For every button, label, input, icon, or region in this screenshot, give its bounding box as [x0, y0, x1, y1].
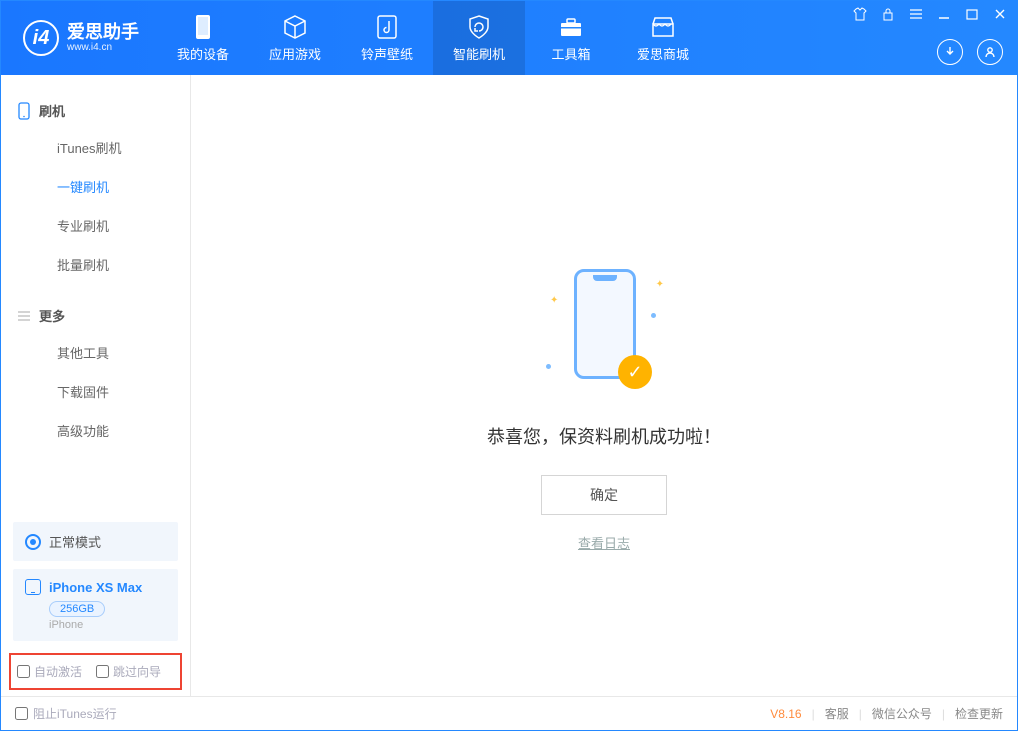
- nav-tabs: 我的设备 应用游戏 铃声壁纸 智能刷机 工具箱 爱思商城: [157, 1, 709, 75]
- footer-link-check-update[interactable]: 检查更新: [955, 705, 1003, 722]
- checkbox-input[interactable]: [15, 707, 28, 720]
- ok-button[interactable]: 确定: [541, 475, 667, 515]
- shirt-icon[interactable]: [853, 7, 867, 21]
- footer-link-wechat[interactable]: 微信公众号: [872, 705, 932, 722]
- nav-label: 铃声壁纸: [361, 44, 413, 63]
- check-badge-icon: ✓: [618, 355, 652, 389]
- sidebar-item-advanced[interactable]: 高级功能: [1, 411, 190, 450]
- options-highlight-box: 自动激活 跳过向导: [9, 653, 182, 690]
- checkbox-block-itunes[interactable]: 阻止iTunes运行: [15, 705, 117, 722]
- sidebar-item-other-tools[interactable]: 其他工具: [1, 333, 190, 372]
- sidebar-group-flash: 刷机: [1, 93, 190, 128]
- version-label: V8.16: [770, 707, 801, 721]
- device-icon: [190, 14, 216, 40]
- device-name: iPhone XS Max: [49, 580, 142, 595]
- store-icon: [650, 14, 676, 40]
- footer-link-support[interactable]: 客服: [825, 705, 849, 722]
- mode-icon: [25, 534, 41, 550]
- sidebar-item-itunes-flash[interactable]: iTunes刷机: [1, 128, 190, 167]
- menu-icon[interactable]: [909, 7, 923, 21]
- close-button[interactable]: [993, 7, 1007, 21]
- status-bar: 阻止iTunes运行 V8.16 | 客服 | 微信公众号 | 检查更新: [1, 696, 1017, 730]
- checkbox-skip-guide[interactable]: 跳过向导: [96, 663, 161, 680]
- sidebar: 刷机 iTunes刷机 一键刷机 专业刷机 批量刷机 更多 其他工具 下载固件 …: [1, 75, 191, 696]
- sparkle-icon: ✦: [550, 295, 558, 306]
- maximize-button[interactable]: [965, 7, 979, 21]
- phone-icon: [17, 102, 31, 120]
- nav-tab-apps-games[interactable]: 应用游戏: [249, 1, 341, 75]
- success-illustration: ✦ ✦ ✓: [544, 265, 664, 395]
- nav-tab-ringtones[interactable]: 铃声壁纸: [341, 1, 433, 75]
- sparkle-icon: ✦: [656, 279, 664, 290]
- user-button[interactable]: [977, 39, 1003, 65]
- device-small-icon: [25, 579, 41, 595]
- device-box[interactable]: iPhone XS Max 256GB iPhone: [13, 569, 178, 641]
- logo: i4 爱思助手 www.i4.cn: [1, 20, 157, 56]
- dot-icon: [651, 313, 656, 318]
- sidebar-item-one-click-flash[interactable]: 一键刷机: [1, 167, 190, 206]
- success-message: 恭喜您，保资料刷机成功啦！: [487, 423, 721, 449]
- nav-tab-store[interactable]: 爱思商城: [617, 1, 709, 75]
- download-button[interactable]: [937, 39, 963, 65]
- sidebar-item-batch-flash[interactable]: 批量刷机: [1, 245, 190, 284]
- nav-label: 工具箱: [551, 44, 590, 63]
- cube-icon: [282, 14, 308, 40]
- list-icon: [17, 309, 31, 323]
- nav-tab-smart-flash[interactable]: 智能刷机: [433, 1, 525, 75]
- device-storage: 256GB: [49, 601, 105, 617]
- sidebar-item-pro-flash[interactable]: 专业刷机: [1, 206, 190, 245]
- lock-icon[interactable]: [881, 7, 895, 21]
- nav-label: 爱思商城: [637, 44, 689, 63]
- toolbox-icon: [558, 14, 584, 40]
- nav-label: 智能刷机: [453, 44, 505, 63]
- checkbox-input[interactable]: [96, 665, 109, 678]
- view-log-link[interactable]: 查看日志: [578, 533, 630, 552]
- checkbox-auto-activate[interactable]: 自动激活: [17, 663, 82, 680]
- main-content: ✦ ✦ ✓ 恭喜您，保资料刷机成功啦！ 确定 查看日志: [191, 75, 1017, 696]
- checkbox-input[interactable]: [17, 665, 30, 678]
- app-subtitle: www.i4.cn: [67, 42, 139, 53]
- app-title: 爱思助手: [67, 23, 139, 43]
- minimize-button[interactable]: [937, 7, 951, 21]
- nav-tab-my-device[interactable]: 我的设备: [157, 1, 249, 75]
- refresh-shield-icon: [466, 14, 492, 40]
- sidebar-item-download-firmware[interactable]: 下载固件: [1, 372, 190, 411]
- logo-icon: i4: [23, 20, 59, 56]
- mode-box[interactable]: 正常模式: [13, 522, 178, 561]
- device-type: iPhone: [49, 619, 166, 631]
- nav-label: 应用游戏: [269, 44, 321, 63]
- nav-label: 我的设备: [177, 44, 229, 63]
- nav-tab-toolbox[interactable]: 工具箱: [525, 1, 617, 75]
- sidebar-group-more: 更多: [1, 298, 190, 333]
- music-icon: [374, 14, 400, 40]
- dot-icon: [546, 364, 551, 369]
- title-bar: i4 爱思助手 www.i4.cn 我的设备 应用游戏 铃声壁纸 智能刷机: [1, 1, 1017, 75]
- mode-label: 正常模式: [49, 532, 101, 551]
